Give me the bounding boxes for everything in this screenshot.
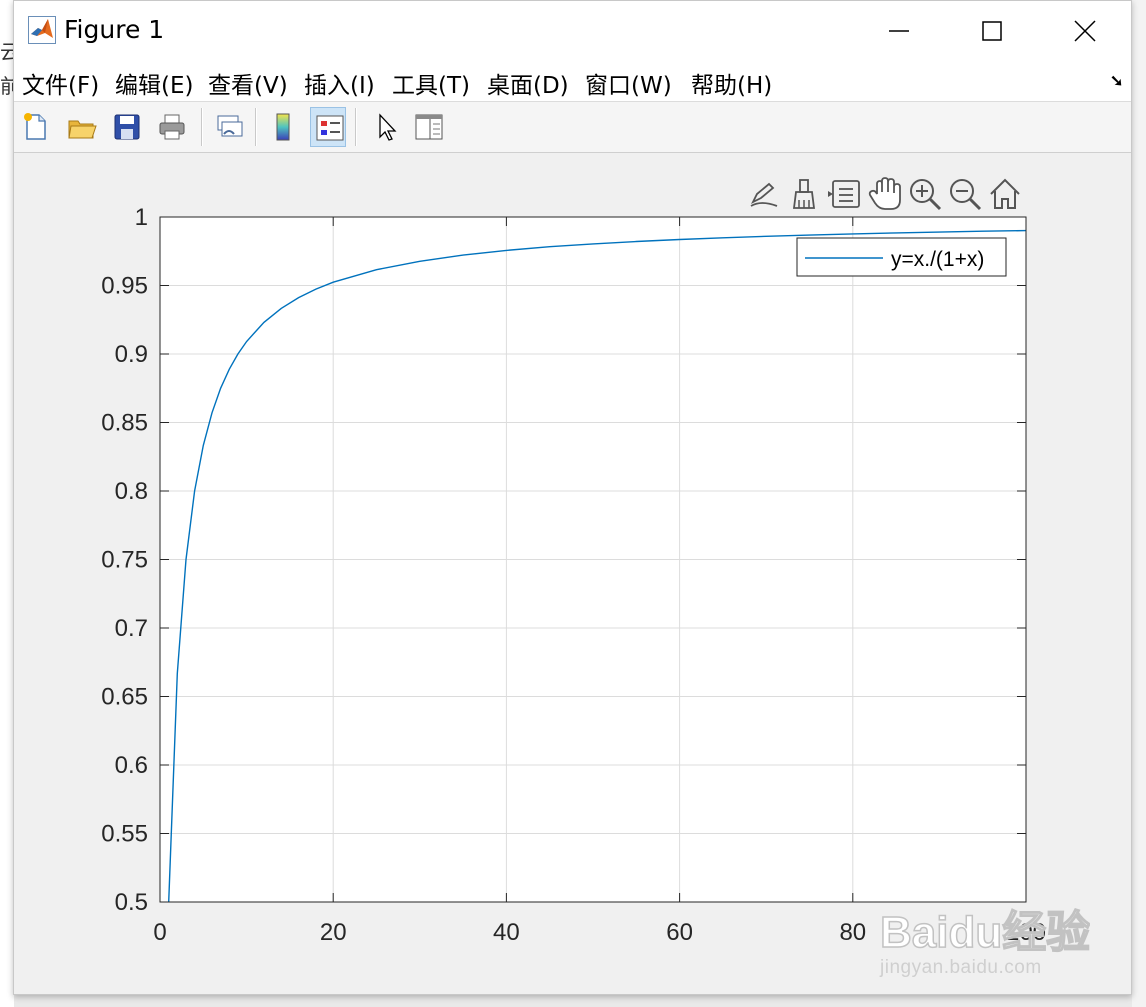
y-tick-label: 1 [135,204,148,231]
legend-entry-label: y=x./(1+x) [891,248,984,271]
y-tick-label: 0.8 [115,478,148,505]
y-tick-label: 0.5 [115,889,148,916]
watermark-url: jingyan.baidu.com [880,957,1042,978]
x-tick-label: 60 [666,919,693,946]
y-tick-label: 0.75 [101,547,148,574]
y-tick-label: 0.85 [101,410,148,437]
y-tick-label: 0.9 [115,341,148,368]
plot-figure: 0 20 40 60 80 100 0.5 0.55 0.6 0.65 0.7 0.75 0.8 0.85… [101,204,1046,946]
y-tick-label: 0.95 [101,273,148,300]
x-tick-label: 20 [320,919,347,946]
x-tick-label: 80 [839,919,866,946]
y-tick-label: 0.6 [115,752,148,779]
y-tick-label: 0.55 [101,821,148,848]
y-tick-label: 0.7 [115,615,148,642]
x-tick-label: 40 [493,919,520,946]
x-tick-label: 100 [1006,919,1046,946]
y-tick-label: 0.65 [101,684,148,711]
x-tick-label: 0 [153,919,166,946]
